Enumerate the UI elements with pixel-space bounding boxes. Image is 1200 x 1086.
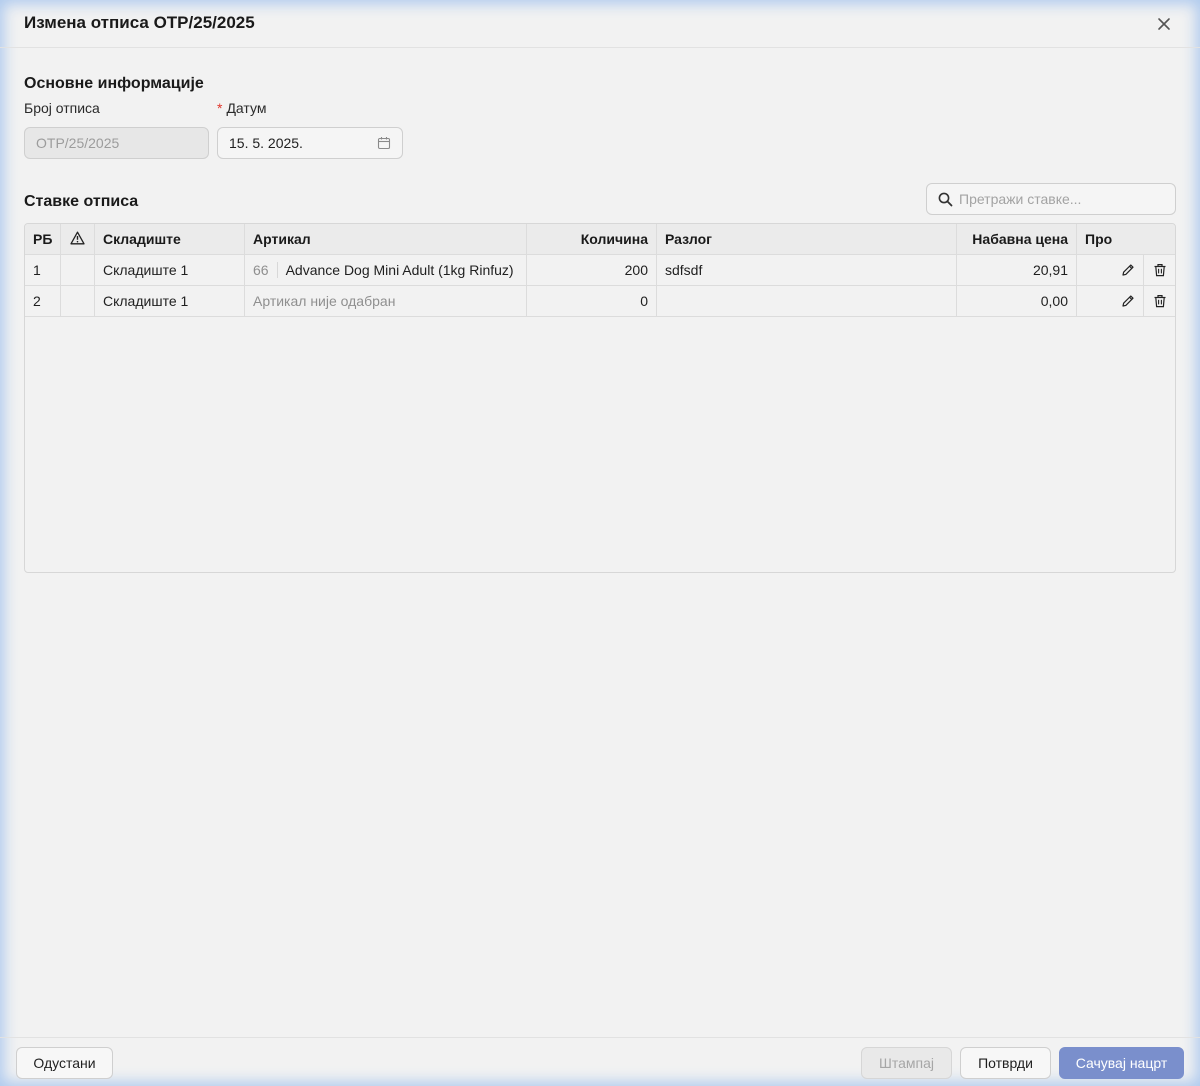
- required-mark: *: [217, 100, 223, 116]
- confirm-button[interactable]: Потврди: [960, 1047, 1051, 1079]
- row-1-rb: 1: [25, 255, 61, 286]
- date-value: 15. 5. 2025.: [229, 135, 303, 151]
- col-header-extra[interactable]: Про: [1077, 224, 1117, 255]
- warning-icon: [70, 231, 85, 245]
- col-header-rb[interactable]: РБ: [25, 224, 61, 255]
- row-1-reason: sdfsdf: [657, 255, 957, 286]
- actions-header: [1112, 224, 1175, 255]
- row-2-purchase-price: 0,00: [957, 286, 1077, 317]
- row-1-delete-button[interactable]: [1144, 255, 1175, 286]
- row-2-quantity: 0: [527, 286, 657, 317]
- close-icon: [1158, 18, 1170, 30]
- col-header-article[interactable]: Артикал: [245, 224, 527, 255]
- trash-icon: [1154, 295, 1166, 308]
- calendar-icon[interactable]: [377, 136, 391, 150]
- row-1-extra: [1077, 255, 1117, 286]
- row-1-article-name: Advance Dog Mini Adult (1kg Rinfuz): [285, 262, 514, 278]
- items-search-input[interactable]: Претражи ставке...: [926, 183, 1176, 215]
- trash-icon: [1154, 264, 1166, 277]
- dialog-footer: Одустани Штампај Потврди Сачувај нацрт: [0, 1037, 1200, 1086]
- pencil-icon: [1121, 264, 1134, 276]
- col-header-reason[interactable]: Разлог: [657, 224, 957, 255]
- row-1-warning: [61, 255, 95, 286]
- items-title: Ставке отписа: [24, 193, 139, 210]
- row-2-delete-button[interactable]: [1144, 286, 1175, 317]
- row-2-rb: 2: [25, 286, 61, 317]
- pencil-icon: [1121, 295, 1134, 307]
- row-2-edit-button[interactable]: [1112, 286, 1144, 317]
- print-button[interactable]: Штампај: [861, 1047, 952, 1079]
- edit-writeoff-dialog: Измена отписа ОТР/25/2025 Основне информ…: [0, 0, 1200, 1086]
- row-1-article-code: 66: [253, 262, 278, 278]
- writeoff-number-field: ОТР/25/2025: [24, 127, 209, 159]
- search-icon: [938, 192, 953, 207]
- row-1-edit-button[interactable]: [1112, 255, 1144, 286]
- col-header-warning[interactable]: [61, 224, 95, 255]
- row-2-article: Артикал није одабран: [245, 286, 527, 317]
- row-2-extra: [1077, 286, 1117, 317]
- dialog-title: Измена отписа ОТР/25/2025: [24, 13, 255, 32]
- row-1-purchase-price: 20,91: [957, 255, 1077, 286]
- items-table: РБ Складиште Артикал Количина Разлог Наб…: [24, 223, 1176, 573]
- row-1-warehouse: Складиште 1: [95, 255, 245, 286]
- search-placeholder: Претражи ставке...: [959, 191, 1082, 207]
- dialog-header: Измена отписа ОТР/25/2025: [0, 0, 1200, 48]
- writeoff-number-label: Број отписа: [24, 100, 100, 116]
- date-field[interactable]: 15. 5. 2025.: [217, 127, 403, 159]
- date-label-text: Датум: [226, 100, 267, 116]
- col-header-warehouse[interactable]: Складиште: [95, 224, 245, 255]
- row-2-warning: [61, 286, 95, 317]
- date-label: * Датум: [217, 100, 266, 116]
- row-1-quantity: 200: [527, 255, 657, 286]
- close-button[interactable]: [1152, 12, 1176, 36]
- row-2-reason: [657, 286, 957, 317]
- cancel-button[interactable]: Одустани: [16, 1047, 113, 1079]
- save-draft-button[interactable]: Сачувај нацрт: [1059, 1047, 1184, 1079]
- row-1-article: 66 Advance Dog Mini Adult (1kg Rinfuz): [245, 255, 527, 286]
- col-header-quantity[interactable]: Количина: [527, 224, 657, 255]
- col-header-purchase-price[interactable]: Набавна цена: [957, 224, 1077, 255]
- basic-info-title: Основне информације: [24, 75, 204, 92]
- row-2-warehouse: Складиште 1: [95, 286, 245, 317]
